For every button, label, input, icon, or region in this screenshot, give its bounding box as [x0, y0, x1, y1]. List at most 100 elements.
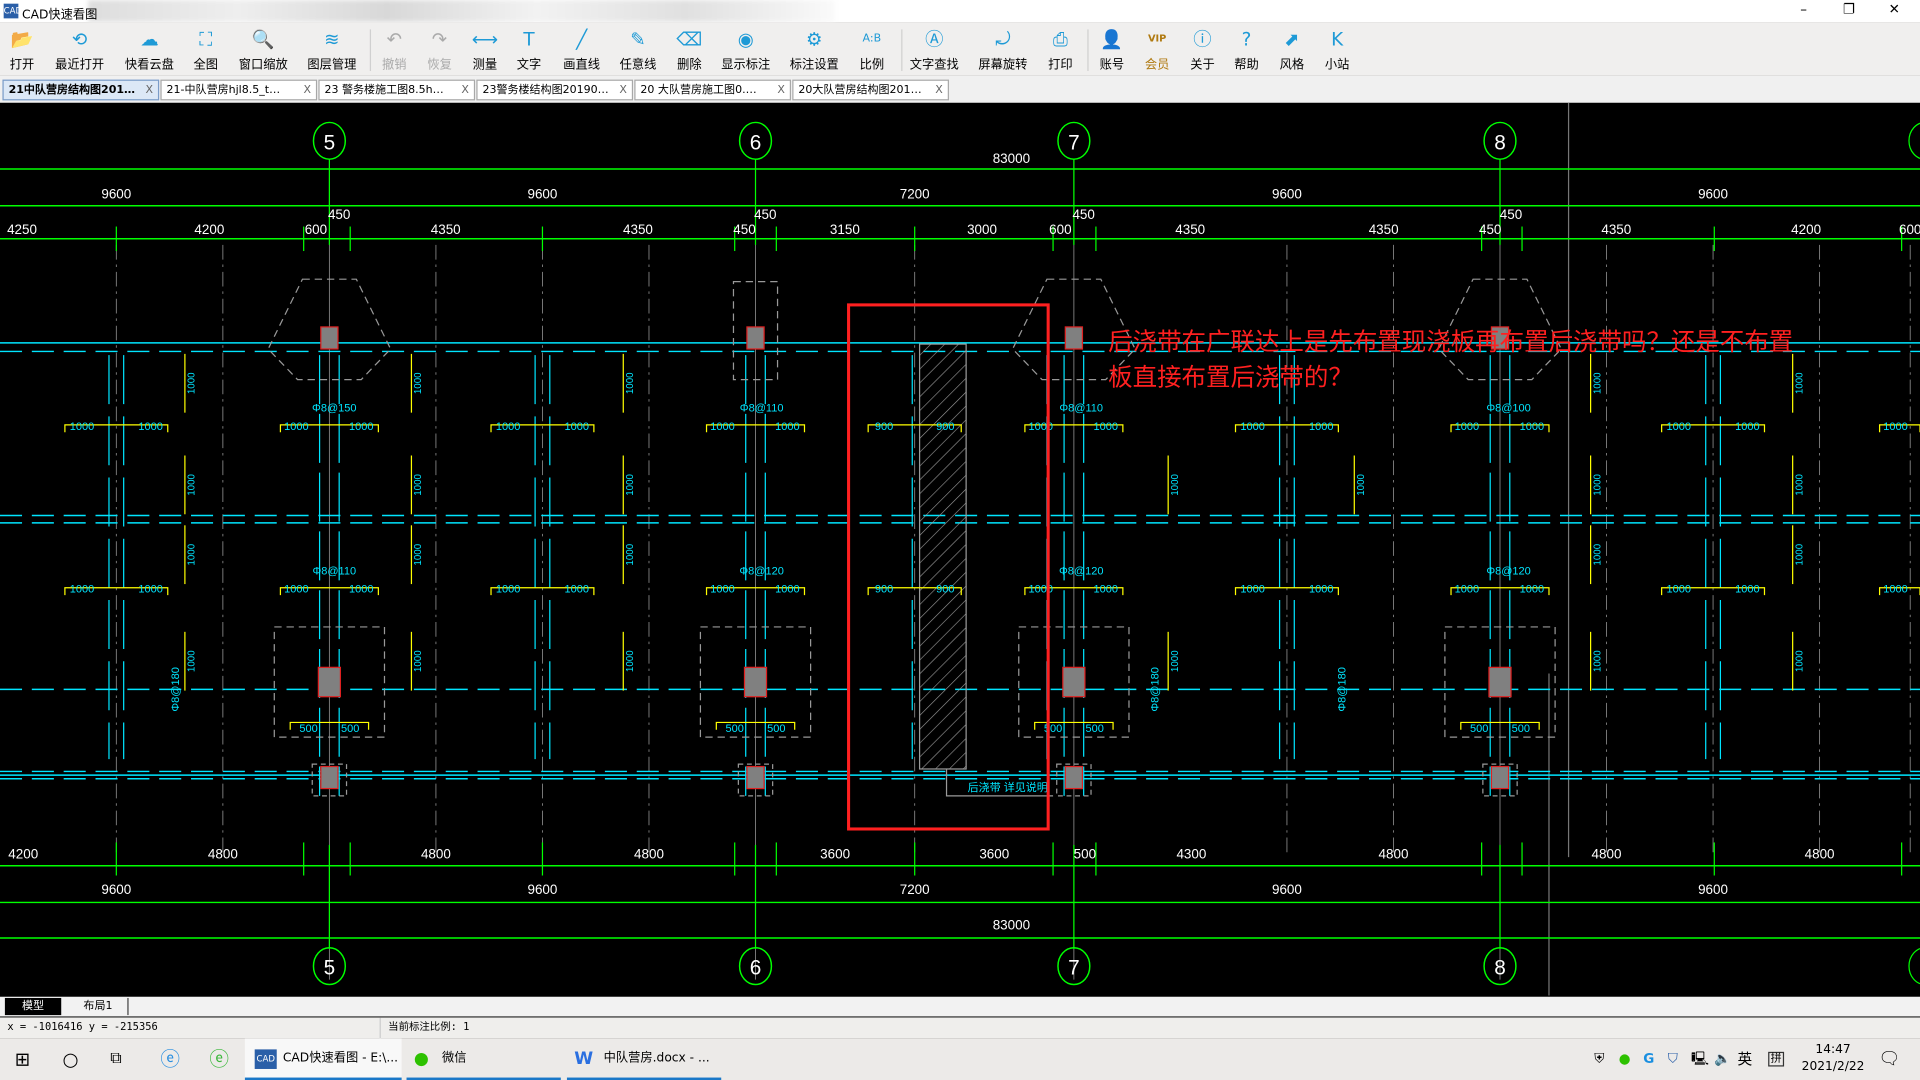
rebar-length-label: 900	[875, 584, 893, 596]
360-browser-icon[interactable]: ⓔ	[209, 1038, 229, 1080]
toolbar-button-annotation-settings[interactable]: ⚙ 标注设置	[790, 27, 839, 72]
column	[1064, 326, 1084, 350]
toolbar-divider	[1087, 29, 1089, 72]
rebar-length-label: 1000	[1520, 584, 1545, 596]
rebar-spec-label: Φ8@110	[740, 402, 784, 414]
dimension-text: 83000	[993, 917, 1030, 932]
toolbar-button-site-k[interactable]: K 小站	[1325, 27, 1349, 72]
toolbar-button-redo[interactable]: ↷ 恢复	[427, 27, 451, 72]
antivirus-tray-icon[interactable]: ⛉	[1668, 1038, 1678, 1080]
toolbar-button-help[interactable]: ? 帮助	[1234, 27, 1258, 72]
column	[746, 765, 765, 790]
toolbar-button-freehand-pen[interactable]: ✎ 任意线	[620, 27, 657, 72]
toolbar-button-eye[interactable]: ◉ 显示标注	[721, 27, 770, 72]
document-tab[interactable]: 23警务楼结构图20190… X	[476, 79, 634, 101]
maximize-button[interactable]: ❐	[1831, 1, 1868, 17]
column	[320, 765, 339, 790]
tab-close-icon[interactable]: X	[777, 81, 785, 99]
taskbar-app-cad[interactable]: CAD CAD快速看图 - E:\...	[244, 1038, 402, 1080]
freehand-pen-icon: ✎	[630, 28, 646, 51]
toolbar-button-screen-rotate[interactable]: ⤾ 屏幕旋转	[978, 27, 1027, 72]
rebar-length-label: 1000	[413, 650, 424, 672]
tab-close-icon[interactable]: X	[461, 81, 469, 99]
dimension-text: 9600	[1272, 186, 1302, 201]
app-logo-icon: CAD	[3, 3, 22, 19]
document-tab[interactable]: 21-中队营房hjl8.5_t… X	[160, 79, 318, 101]
toolbar-button-text-t[interactable]: T 文字	[517, 27, 541, 72]
toolbar-button-text-search[interactable]: Ⓐ 文字查找	[910, 27, 959, 72]
layout-tab-layout1[interactable]: 布局1	[69, 997, 129, 1016]
toolbar-button-window-zoom[interactable]: 🔍 窗口缩放	[239, 27, 288, 72]
toolbar-button-undo[interactable]: ↶ 撤销	[382, 27, 406, 72]
info-icon: ⓘ	[1193, 28, 1212, 51]
clock[interactable]: 14:47 2021/2/22	[1790, 1042, 1876, 1076]
taskbar-app-wechat[interactable]: ● 微信	[406, 1038, 561, 1080]
document-tab[interactable]: 20 大队营房施工图0.… X	[634, 79, 792, 101]
toolbar-button-cloud[interactable]: ☁ 快看云盘	[125, 27, 174, 72]
toolbar-button-folder-open[interactable]: 📂 打开	[10, 27, 34, 72]
toolbar-button-vip[interactable]: VIP 会员	[1145, 27, 1169, 72]
rebar-length-label: 1000	[1794, 372, 1805, 394]
toolbar-button-printer[interactable]: ⎙ 打印	[1048, 27, 1072, 72]
rebar-length-label: 1000	[1592, 473, 1603, 495]
site-k-icon: K	[1331, 28, 1344, 51]
dimension-text: 9600	[527, 186, 557, 201]
taskbar-app-wps[interactable]: W 中队营房.docx - ...	[566, 1038, 722, 1080]
post-pour-note: 后浇带 详见说明	[968, 780, 1048, 794]
rebar-length-label: 900	[936, 421, 954, 433]
scale-ab-icon: A:B	[862, 33, 882, 46]
rebar-length-label: 1000	[625, 650, 636, 672]
document-tab[interactable]: 20大队营房结构图201… X	[792, 79, 949, 101]
rebar-length-label: 1000	[187, 543, 198, 565]
toolbar-button-layers[interactable]: ≋ 图层管理	[307, 27, 356, 72]
minimize-button[interactable]: –	[1785, 1, 1822, 17]
dimension-text: 4800	[1805, 846, 1835, 861]
internet-explorer-icon[interactable]: ⓔ	[160, 1038, 180, 1080]
notification-center-icon[interactable]: 🗨	[1878, 1038, 1900, 1080]
task-view-icon[interactable]: ⧉	[110, 1038, 121, 1080]
ime-mode[interactable]: 拼	[1768, 1051, 1785, 1067]
toolbar-button-recent-clock[interactable]: ⟲ 最近打开	[55, 27, 104, 72]
rebar-length-label: 1000	[138, 584, 163, 596]
network-icon[interactable]: 🖳	[1691, 1038, 1709, 1080]
toolbar-button-eraser[interactable]: ⌫ 删除	[676, 27, 702, 72]
volume-icon[interactable]: 🔈	[1714, 1038, 1731, 1080]
dimension-text: 450	[733, 222, 755, 237]
document-tab-label: 23警务楼结构图20190…	[482, 84, 609, 97]
security-shield-icon[interactable]: ⛨	[1594, 1038, 1604, 1080]
browser-tray-icon[interactable]: G	[1643, 1038, 1654, 1080]
toolbar-button-style[interactable]: ⬈ 风格	[1280, 27, 1304, 72]
document-tab[interactable]: 21中队营房结构图201… X	[2, 79, 160, 101]
layout-tab-model[interactable]: 模型	[4, 997, 62, 1016]
rebar-length-label: 1000	[1520, 421, 1545, 433]
tab-close-icon[interactable]: X	[146, 81, 154, 99]
document-tab[interactable]: 23 警务楼施工图8.5h… X	[318, 79, 476, 101]
tab-close-icon[interactable]: X	[935, 81, 943, 99]
help-icon: ?	[1241, 28, 1252, 51]
windows-start-icon[interactable]: ⊞	[15, 1038, 30, 1080]
toolbar-button-label: 撤销	[382, 58, 407, 73]
cad-drawing-canvas[interactable]: 后浇带 详见说明 1000 1000 1000 1000 1000 1000 1000 1000…	[0, 102, 1920, 997]
rebar-length-label: 1000	[1883, 421, 1908, 433]
close-button[interactable]: ✕	[1876, 1, 1913, 17]
window-title: CAD快速看图	[22, 8, 98, 23]
layout-tabs: 模型 布局1	[0, 996, 1920, 1018]
toolbar-button-user[interactable]: 👤 账号	[1100, 27, 1124, 72]
wechat-tray-icon[interactable]: ●	[1619, 1038, 1631, 1080]
rebar-length-label: 900	[936, 584, 954, 596]
toolbar-button-fit-all[interactable]: ⛶ 全图	[193, 27, 217, 72]
tab-close-icon[interactable]: X	[619, 81, 627, 99]
ime-language[interactable]: 英	[1738, 1038, 1753, 1080]
toolbar-button-scale-ab[interactable]: A:B 比例	[860, 27, 884, 72]
search-circle-icon[interactable]: ○	[62, 1038, 78, 1080]
rebar-length-label: 1000	[1309, 584, 1334, 596]
dimension-text: 9600	[1272, 882, 1302, 897]
rebar-length-label: 1000	[1735, 584, 1760, 596]
tab-close-icon[interactable]: X	[303, 81, 311, 99]
toolbar-button-info[interactable]: ⓘ 关于	[1190, 27, 1214, 72]
toolbar-button-line[interactable]: ╱ 画直线	[563, 27, 600, 72]
rebar-spec-label: Φ8@120	[739, 565, 783, 577]
toolbar-button-ruler[interactable]: ⟷ 测量	[472, 27, 498, 72]
rebar-length-label: 1000	[1170, 473, 1181, 495]
column	[746, 326, 765, 350]
